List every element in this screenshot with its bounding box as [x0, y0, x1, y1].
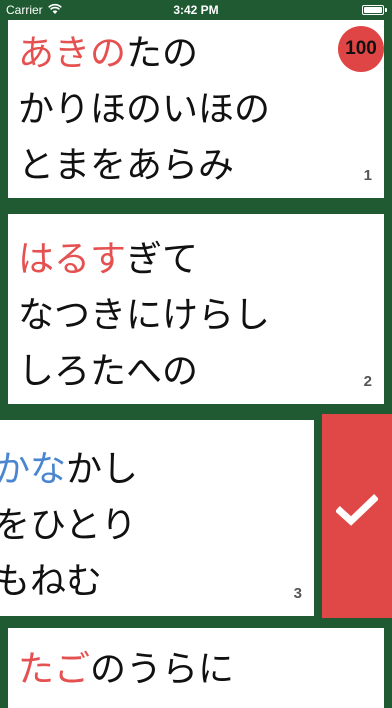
poem-line-text: をひとり	[0, 505, 137, 546]
poem-card[interactable]: はるすぎて なつきにけらし しろたへの 2	[8, 214, 384, 404]
poem-text: あきのたの かりほのいほの とまをあらみ	[18, 26, 270, 194]
poem-line-text: かりほのいほの	[18, 89, 271, 130]
poem-text: かなかし をひとり もねむ	[0, 442, 138, 610]
poem-text: はるすぎて なつきにけらし しろたへの	[18, 232, 270, 400]
poem-line: なつきにけらし	[18, 288, 270, 344]
highlighted-kana: たご	[18, 649, 91, 690]
poem-line: はるすぎて	[18, 232, 270, 288]
poem-line-text: なつきにけらし	[18, 295, 271, 336]
highlighted-kana: かな	[0, 449, 67, 490]
poem-line-text: ぎて	[126, 239, 199, 280]
poem-line-text: のうらに	[90, 649, 235, 690]
status-bar: Carrier 3:42 PM	[0, 0, 392, 20]
card-number: 2	[363, 373, 372, 390]
poem-line: あきのたの	[18, 26, 270, 82]
clock: 3:42 PM	[173, 3, 219, 17]
poem-line-text: たの	[126, 33, 199, 74]
poem-line: もねむ	[0, 554, 138, 610]
poem-line: かなかし	[0, 442, 138, 498]
poem-line: たごのうらに	[18, 642, 234, 698]
poem-card[interactable]: たごのうらに	[8, 628, 384, 708]
poem-line: とまをあらみ	[18, 138, 270, 194]
highlighted-kana: あきの	[18, 33, 127, 74]
poem-line-text: もねむ	[0, 561, 103, 602]
card-number: 1	[363, 167, 372, 184]
score-badge: 100	[338, 26, 384, 72]
poem-line: かりほのいほの	[18, 82, 270, 138]
card-number: 3	[293, 585, 302, 602]
highlighted-kana: はるす	[18, 239, 127, 280]
poem-line-text: とまをあらみ	[18, 145, 235, 186]
poem-text: たごのうらに	[18, 642, 234, 698]
battery-icon	[362, 5, 387, 15]
poem-card-swiped[interactable]: かなかし をひとり もねむ 3	[0, 420, 314, 616]
checkmark-icon	[336, 494, 378, 526]
poem-line: をひとり	[0, 498, 138, 554]
poem-line-text: かし	[66, 449, 139, 490]
poem-line-text: しろたへの	[18, 351, 199, 392]
mark-done-button[interactable]	[322, 414, 392, 618]
poem-card[interactable]: あきのたの かりほのいほの とまをあらみ 100 1	[8, 8, 384, 198]
poem-line: しろたへの	[18, 344, 270, 400]
